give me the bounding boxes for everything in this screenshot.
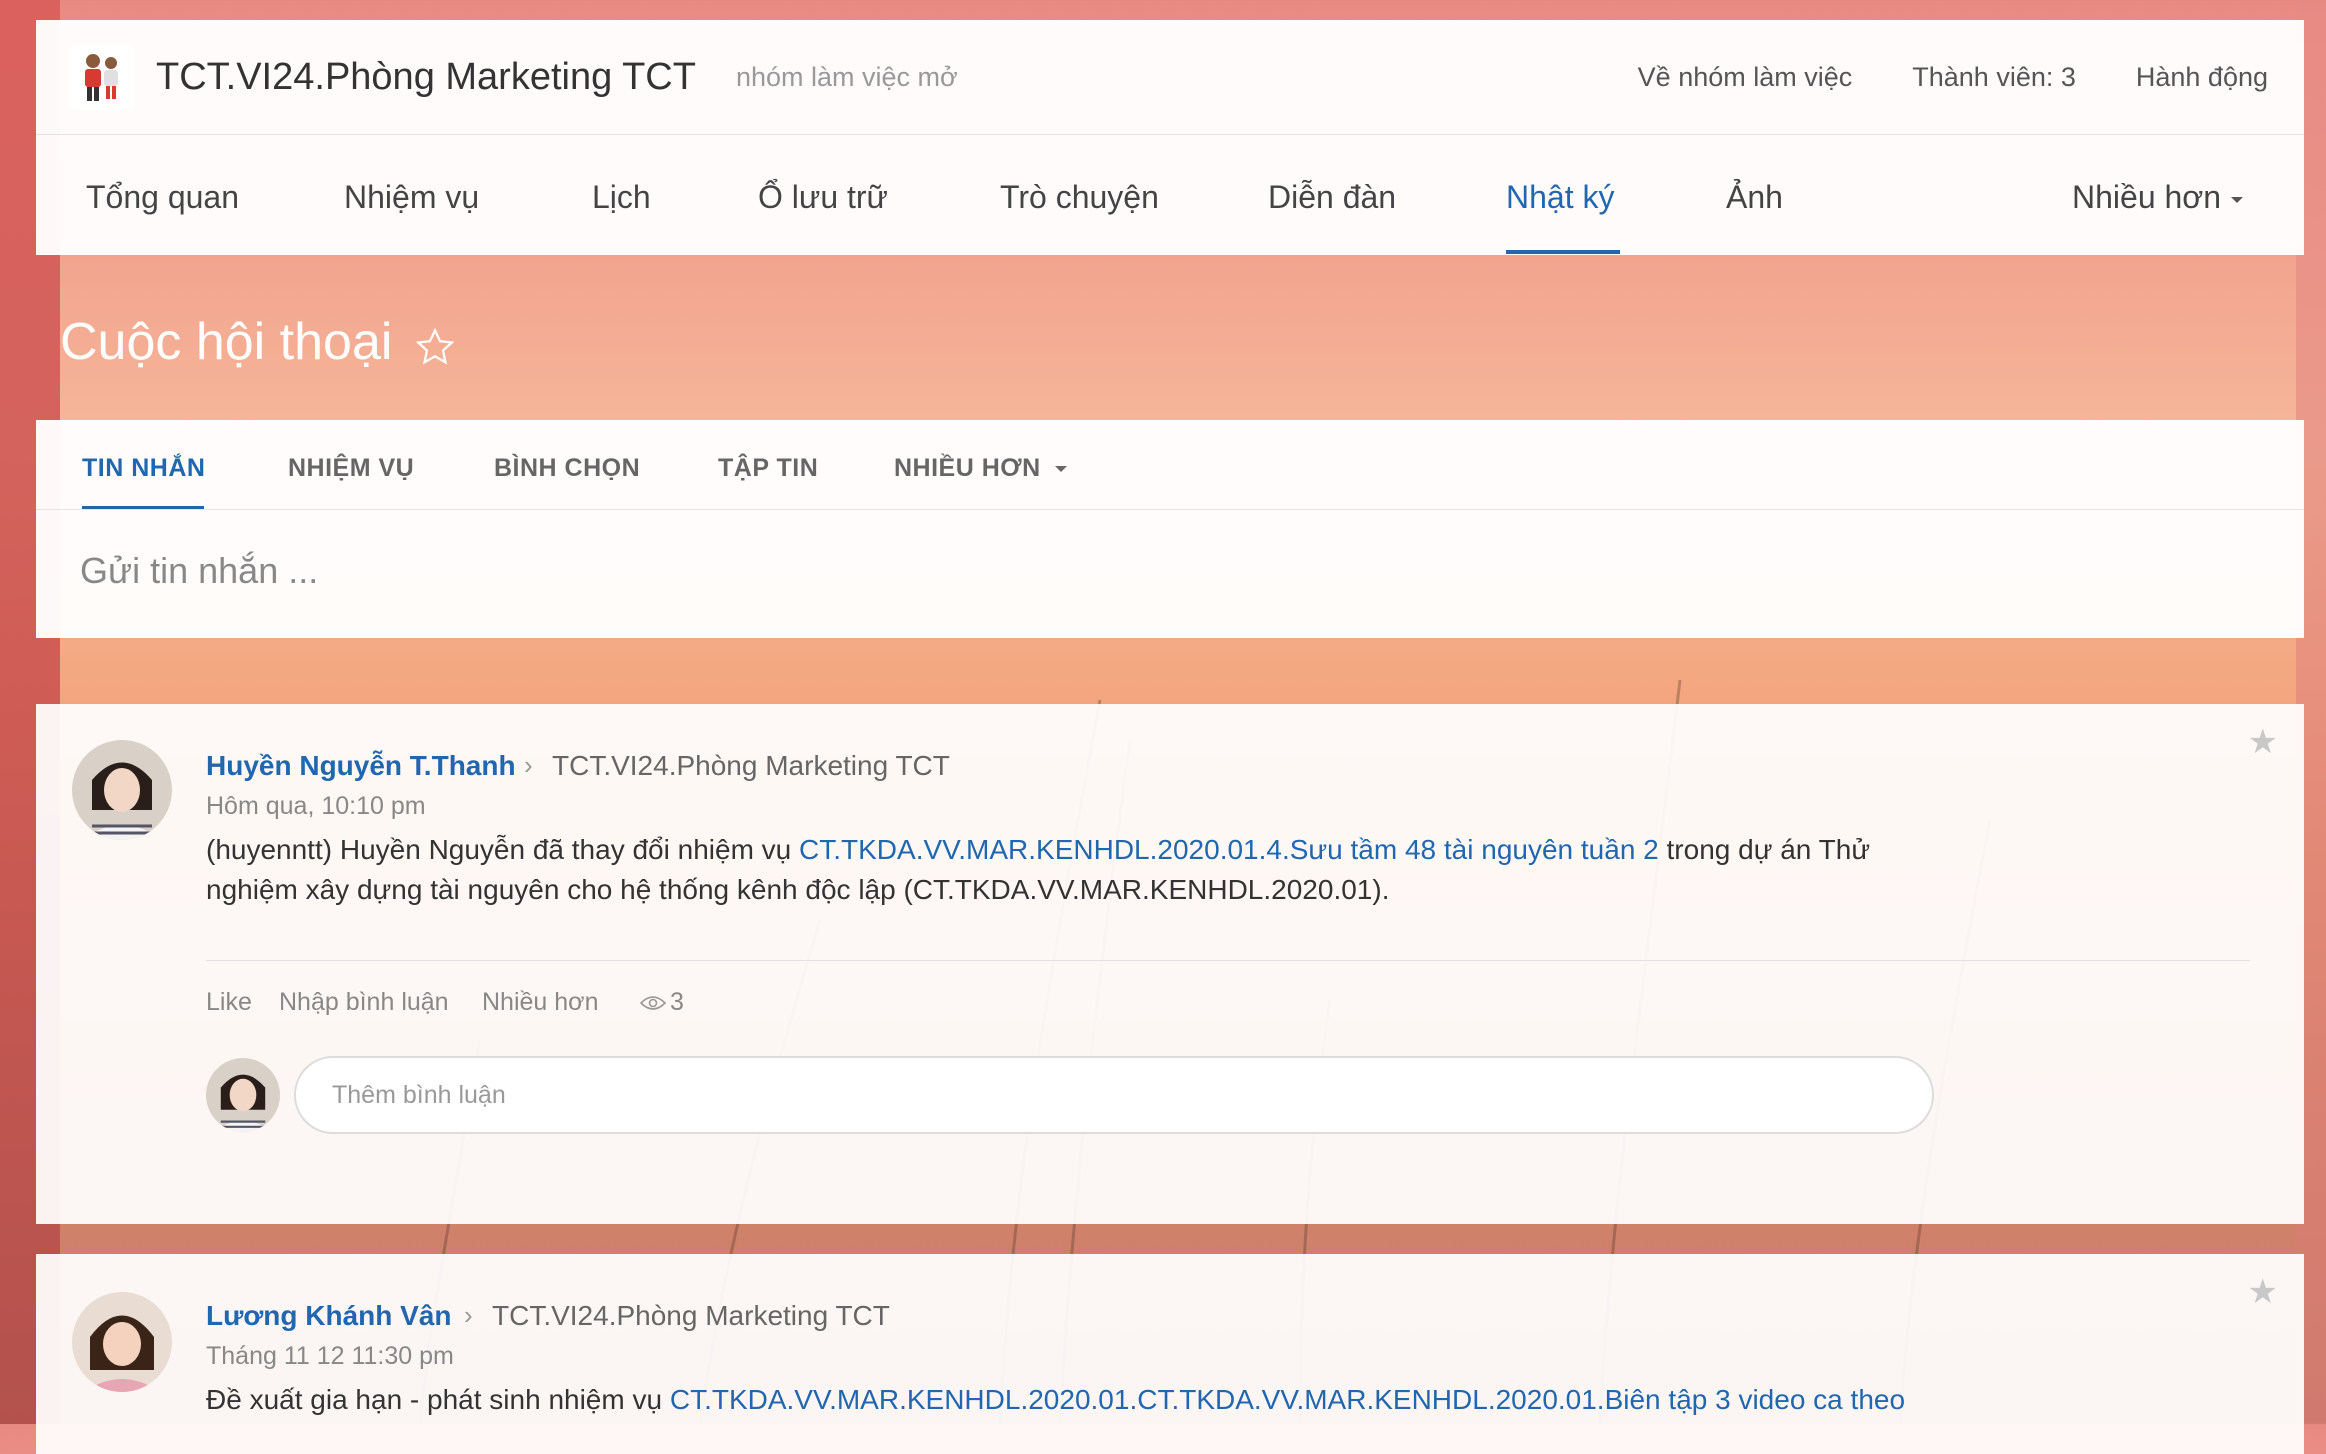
group-title[interactable]: TCT.VI24.Phòng Marketing TCT <box>156 56 696 99</box>
nav-photos[interactable]: Ảnh <box>1726 179 1783 216</box>
nav-tasks[interactable]: Nhiệm vụ <box>344 179 479 216</box>
post-group-link[interactable]: TCT.VI24.Phòng Marketing TCT <box>492 1300 890 1332</box>
members-link[interactable]: Thành viên: 3 <box>1912 62 2076 93</box>
chevron-right-icon: › <box>464 1300 473 1330</box>
chevron-down-icon <box>1054 466 1067 473</box>
comment-input[interactable]: Thêm bình luận <box>294 1056 1934 1134</box>
about-group-link[interactable]: Về nhóm làm việc <box>1638 62 1853 93</box>
post-body: (huyenntt) Huyền Nguyễn đã thay đổi nhiệ… <box>206 830 1926 910</box>
post-body: Đề xuất gia hạn - phát sinh nhiệm vụ CT.… <box>206 1380 2206 1420</box>
more-button[interactable]: Nhiều hơn <box>482 988 598 1017</box>
tab-more-label: NHIỀU HƠN <box>894 454 1041 482</box>
nav-more[interactable]: Nhiều hơn <box>2072 179 2244 216</box>
feed-post: Lương Khánh Vân › TCT.VI24.Phòng Marketi… <box>36 1254 2304 1454</box>
divider <box>36 509 2304 510</box>
nav-active-underline <box>1506 250 1620 254</box>
group-logo[interactable] <box>68 44 134 110</box>
nav-more-label: Nhiều hơn <box>2072 179 2222 215</box>
favorite-star-icon[interactable] <box>414 326 456 368</box>
chevron-down-icon <box>2231 196 2244 203</box>
group-navigation: Tổng quan Nhiệm vụ Lịch Ổ lưu trữ Trò ch… <box>36 134 2304 255</box>
nav-forum[interactable]: Diễn đàn <box>1268 179 1396 216</box>
group-header: TCT.VI24.Phòng Marketing TCT nhóm làm vi… <box>36 20 2304 134</box>
tab-polls[interactable]: BÌNH CHỌN <box>494 454 640 483</box>
chevron-right-icon: › <box>524 750 533 780</box>
post-text: (huyenntt) Huyền Nguyễn đã thay đổi nhiệ… <box>206 834 800 865</box>
nav-drive[interactable]: Ổ lưu trữ <box>758 179 888 216</box>
nav-journal[interactable]: Nhật ký <box>1506 179 1614 216</box>
like-button[interactable]: Like <box>206 988 252 1017</box>
avatar[interactable] <box>72 1292 172 1392</box>
post-timestamp: Hôm qua, 10:10 pm <box>206 792 426 820</box>
avatar[interactable] <box>72 740 172 840</box>
group-type-label: nhóm làm việc mở <box>735 61 958 92</box>
message-input[interactable]: Gửi tin nhắn ... <box>80 550 318 592</box>
actions-menu[interactable]: Hành động <box>2136 62 2268 93</box>
tab-more[interactable]: NHIỀU HƠN <box>894 454 1067 483</box>
page-title: Cuộc hội thoại <box>60 313 393 371</box>
message-composer: TIN NHẮN NHIỆM VỤ BÌNH CHỌN TẬP TIN NHIỀ… <box>36 420 2304 638</box>
tab-tasks[interactable]: NHIỆM VỤ <box>288 454 414 483</box>
comment-button[interactable]: Nhập bình luận <box>279 988 449 1017</box>
post-timestamp: Tháng 11 12 11:30 pm <box>206 1342 454 1370</box>
tab-files[interactable]: TẬP TIN <box>718 454 818 483</box>
feed-post: Huyền Nguyễn T.Thanh › TCT.VI24.Phòng Ma… <box>36 704 2304 1224</box>
nav-overview[interactable]: Tổng quan <box>86 179 239 216</box>
view-count: 3 <box>640 988 684 1017</box>
task-link[interactable]: CT.TKDA.VV.MAR.KENHDL.2020.01.CT.TKDA.VV… <box>670 1384 1905 1415</box>
divider <box>206 960 2250 961</box>
post-author[interactable]: Lương Khánh Vân <box>206 1300 452 1332</box>
star-icon[interactable]: ★ <box>2248 722 2278 762</box>
nav-chat[interactable]: Trò chuyện <box>1000 179 1159 216</box>
nav-calendar[interactable]: Lịch <box>592 179 651 216</box>
task-link[interactable]: CT.TKDA.VV.MAR.KENHDL.2020.01.4.Sưu tầm … <box>799 834 1659 865</box>
tab-messages[interactable]: TIN NHẮN <box>82 454 205 483</box>
post-group-link[interactable]: TCT.VI24.Phòng Marketing TCT <box>552 750 950 782</box>
view-count-value: 3 <box>670 988 684 1016</box>
commenter-avatar <box>206 1058 280 1132</box>
eye-icon <box>640 995 666 1010</box>
post-text: Đề xuất gia hạn - phát sinh nhiệm vụ <box>206 1384 670 1415</box>
star-icon[interactable]: ★ <box>2248 1272 2278 1312</box>
post-author[interactable]: Huyền Nguyễn T.Thanh <box>206 750 516 782</box>
